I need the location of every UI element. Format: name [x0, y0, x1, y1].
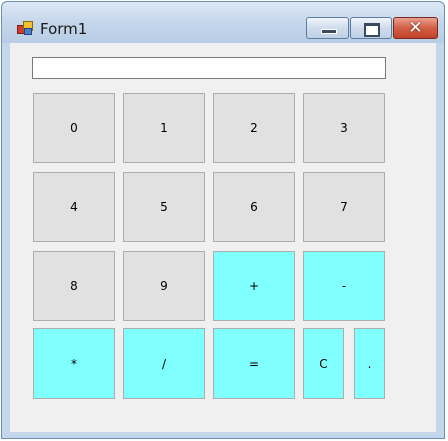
close-button[interactable]: ✕ — [393, 17, 438, 39]
decimal-point-button[interactable]: . — [354, 328, 385, 399]
key-2-button[interactable]: 2 — [213, 93, 295, 163]
form-client-area: 0 1 2 3 4 5 6 7 8 9 + - * / = C . — [10, 43, 436, 432]
plus-button[interactable]: + — [213, 251, 295, 321]
title-bar[interactable]: Form1 ✕ — [2, 2, 444, 43]
minimize-button[interactable] — [306, 17, 349, 39]
key-7-button[interactable]: 7 — [303, 172, 385, 242]
clear-button[interactable]: C — [303, 328, 344, 399]
key-3-button[interactable]: 3 — [303, 93, 385, 163]
key-1-button[interactable]: 1 — [123, 93, 205, 163]
key-9-button[interactable]: 9 — [123, 251, 205, 321]
minus-button[interactable]: - — [303, 251, 385, 321]
window-title: Form1 — [40, 20, 88, 38]
key-5-button[interactable]: 5 — [123, 172, 205, 242]
key-6-button[interactable]: 6 — [213, 172, 295, 242]
equals-button[interactable]: = — [213, 328, 295, 399]
key-8-button[interactable]: 8 — [33, 251, 115, 321]
maximize-button[interactable] — [350, 17, 392, 39]
app-icon[interactable] — [17, 21, 33, 35]
minimize-icon — [321, 29, 337, 34]
maximize-icon — [364, 23, 380, 37]
close-icon: ✕ — [408, 18, 423, 38]
divide-button[interactable]: / — [123, 328, 205, 399]
key-4-button[interactable]: 4 — [33, 172, 115, 242]
app-window: Form1 ✕ 0 1 2 3 4 5 6 7 8 9 + - * / = C … — [1, 1, 445, 439]
key-0-button[interactable]: 0 — [33, 93, 115, 163]
display-input[interactable] — [32, 57, 386, 79]
multiply-button[interactable]: * — [33, 328, 115, 399]
